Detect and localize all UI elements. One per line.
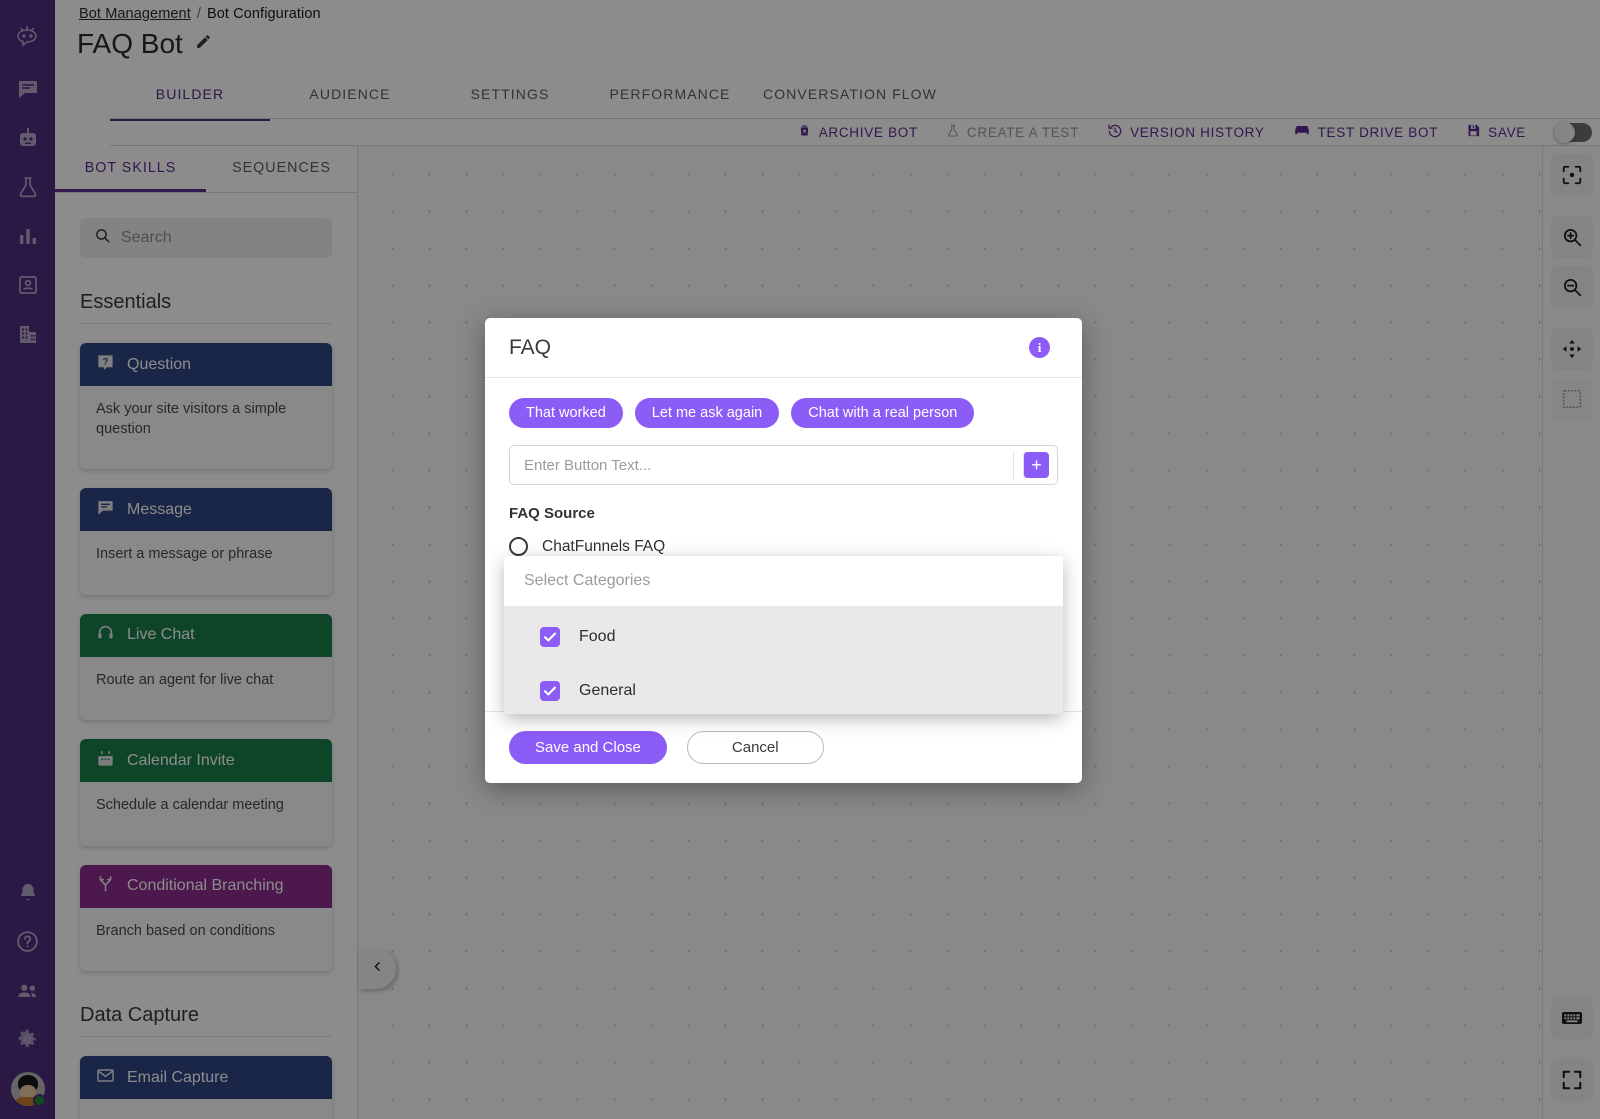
save-and-close-button[interactable]: Save and Close bbox=[509, 731, 667, 764]
select-categories-field[interactable] bbox=[504, 556, 1063, 606]
category-label: General bbox=[579, 682, 636, 699]
category-label: Food bbox=[579, 628, 616, 645]
select-categories-input[interactable] bbox=[524, 572, 1043, 590]
category-option-general[interactable]: General bbox=[504, 664, 1063, 714]
radio-label: ChatFunnels FAQ bbox=[542, 537, 666, 555]
button-text-row: + bbox=[509, 445, 1058, 485]
chip-that-worked[interactable]: That worked bbox=[509, 398, 623, 428]
chip-chat-with-a-real-person[interactable]: Chat with a real person bbox=[791, 398, 975, 428]
modal-footer: Save and Close Cancel bbox=[485, 711, 1082, 783]
add-button-icon[interactable]: + bbox=[1023, 452, 1049, 478]
radio-chatfunnels-faq[interactable]: ChatFunnels FAQ bbox=[509, 537, 1058, 556]
radio-button bbox=[509, 537, 528, 556]
modal-header: FAQ i bbox=[485, 318, 1082, 378]
checkbox-checked[interactable] bbox=[540, 627, 560, 647]
categories-dropdown: Food General bbox=[504, 556, 1063, 714]
chip-let-me-ask-again[interactable]: Let me ask again bbox=[634, 398, 780, 428]
divider bbox=[1013, 451, 1014, 479]
quick-reply-chips: That worked Let me ask again Chat with a… bbox=[509, 398, 1058, 428]
info-icon[interactable]: i bbox=[1029, 337, 1050, 358]
cancel-button[interactable]: Cancel bbox=[686, 731, 824, 764]
modal-title: FAQ bbox=[509, 335, 552, 359]
categories-list: Food General bbox=[504, 606, 1063, 714]
checkbox-checked[interactable] bbox=[540, 681, 560, 701]
category-option-food[interactable]: Food bbox=[504, 610, 1063, 664]
faq-source-label: FAQ Source bbox=[509, 505, 595, 522]
button-text-input[interactable] bbox=[510, 446, 1013, 484]
